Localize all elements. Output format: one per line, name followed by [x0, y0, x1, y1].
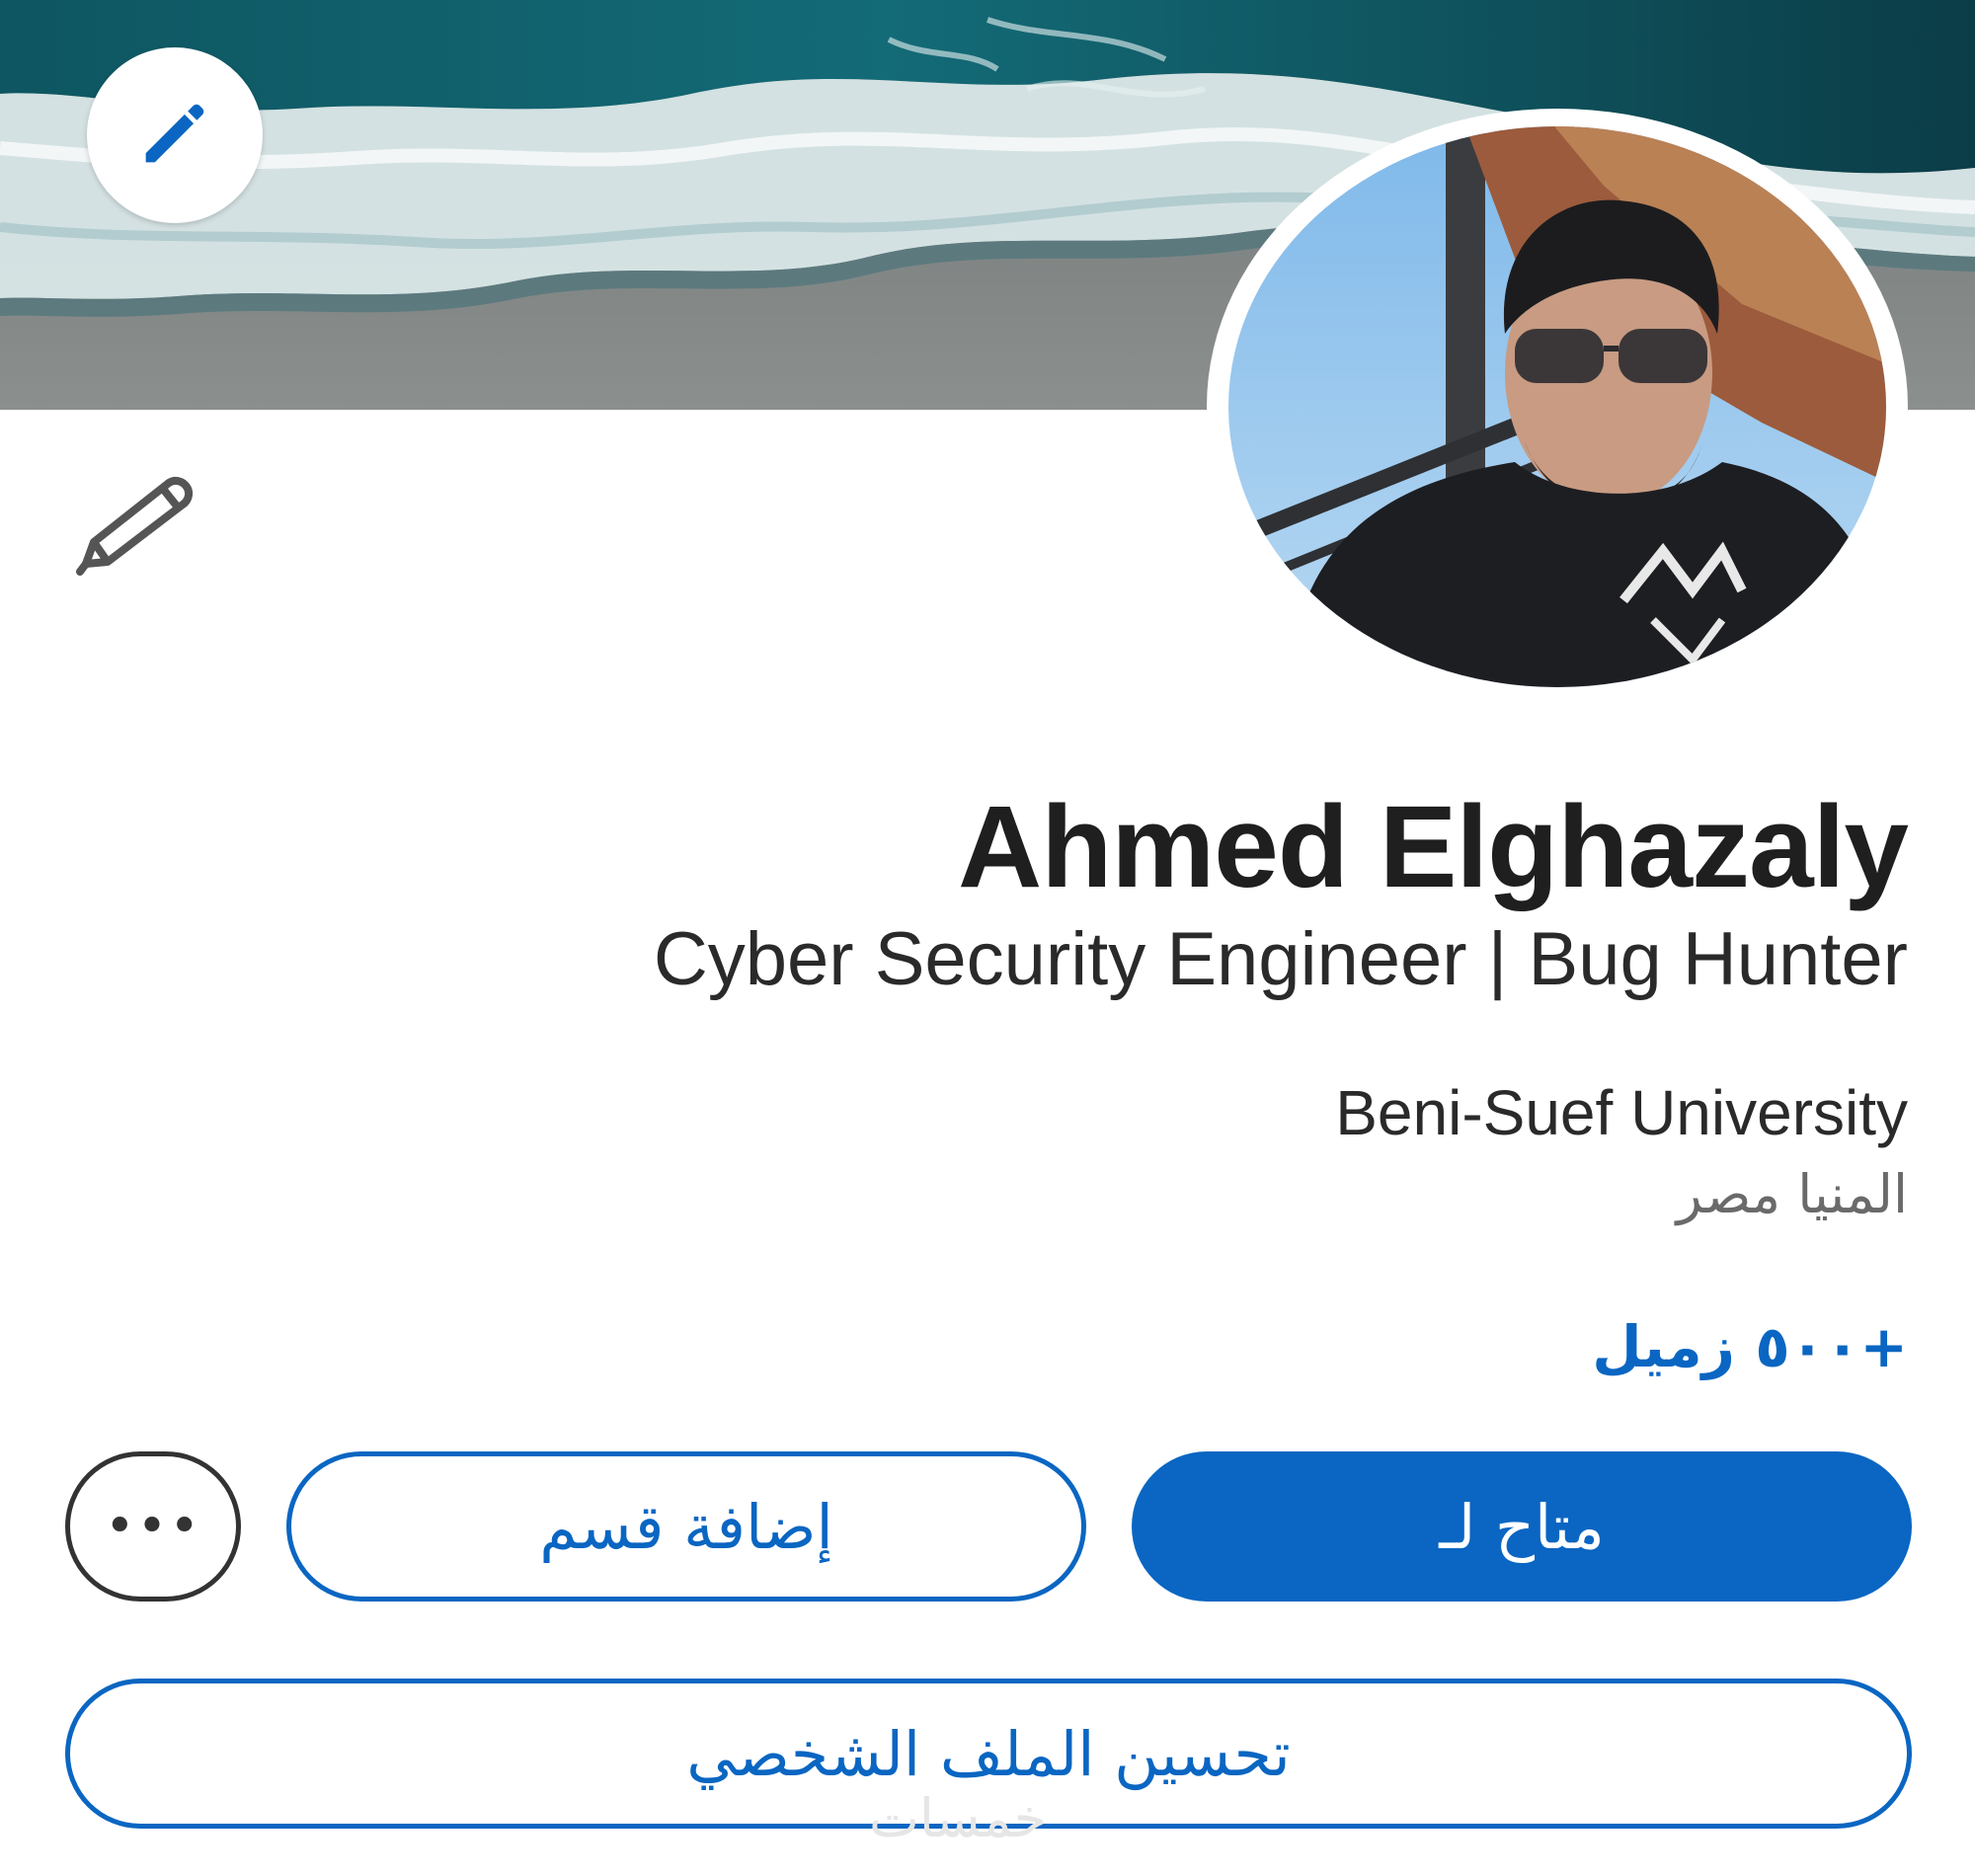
edit-intro-button[interactable]: [69, 474, 198, 581]
edit-cover-button[interactable]: [87, 47, 263, 223]
connections-link[interactable]: +٥٠٠ زميل: [1592, 1313, 1908, 1380]
profile-headline: Cyber Security Engineer | Bug Hunter: [653, 917, 1908, 1001]
open-to-button[interactable]: متاح لـ: [1132, 1451, 1912, 1602]
more-button[interactable]: •••: [65, 1451, 241, 1602]
more-dots-icon: •••: [104, 1497, 201, 1556]
profile-photo[interactable]: [1207, 109, 1908, 705]
profile-page: Ahmed Elghazaly Cyber Security Engineer …: [0, 0, 1975, 1876]
pencil-icon: [131, 90, 218, 181]
profile-education[interactable]: Beni-Suef University: [1335, 1076, 1908, 1149]
watermark: خمسات: [869, 1787, 1048, 1849]
profile-name: Ahmed Elghazaly: [957, 782, 1909, 912]
profile-photo-image: [1228, 126, 1886, 687]
pencil-outline-icon: [72, 473, 195, 582]
add-section-button[interactable]: إضافة قسم: [286, 1451, 1086, 1602]
profile-location: المنيا مصر: [1676, 1163, 1908, 1225]
